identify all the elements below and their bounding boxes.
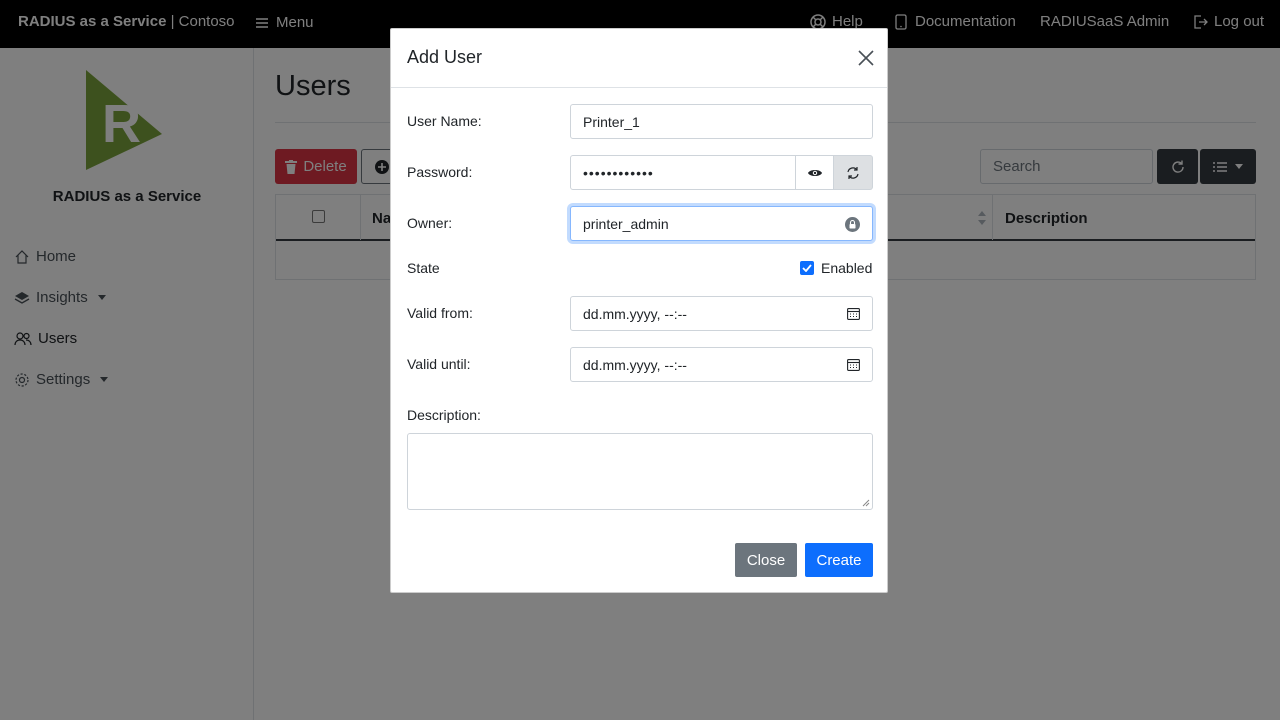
description-textarea[interactable]: [407, 433, 873, 510]
show-password-button[interactable]: [796, 155, 834, 190]
password-label: Password:: [407, 164, 473, 180]
dialog-title: Add User: [407, 47, 483, 67]
lock-icon: [845, 217, 860, 232]
valid-until-field[interactable]: dd.mm.yyyy, --:--: [570, 347, 873, 382]
add-user-dialog: Add User User Name: Printer_1 Password: …: [390, 28, 888, 593]
user-name-value: Printer_1: [583, 113, 640, 130]
valid-until-value: dd.mm.yyyy, --:--: [583, 356, 687, 373]
user-name-field[interactable]: Printer_1: [570, 104, 873, 139]
close-button[interactable]: Close: [735, 543, 797, 577]
dialog-header: Add User: [391, 29, 887, 88]
description-label: Description:: [407, 407, 481, 423]
calendar-icon[interactable]: [847, 358, 860, 371]
refresh-icon: [847, 166, 859, 179]
owner-field[interactable]: printer_admin: [570, 206, 873, 241]
enabled-label: Enabled: [821, 260, 873, 276]
calendar-icon[interactable]: [847, 307, 860, 320]
owner-label: Owner:: [407, 215, 453, 231]
password-value: ••••••••••••: [583, 164, 654, 181]
valid-from-value: dd.mm.yyyy, --:--: [583, 305, 687, 322]
state-label: State: [407, 260, 440, 276]
create-button[interactable]: Create: [805, 543, 873, 577]
valid-from-label: Valid from:: [407, 305, 473, 321]
enabled-toggle[interactable]: Enabled: [800, 260, 872, 276]
user-name-label: User Name:: [407, 113, 482, 129]
close-icon[interactable]: [857, 49, 875, 67]
resize-handle-icon[interactable]: [862, 499, 870, 507]
check-icon: [802, 264, 812, 272]
eye-icon: [807, 169, 822, 176]
enabled-checkbox[interactable]: [800, 261, 814, 275]
valid-until-label: Valid until:: [407, 356, 471, 372]
generate-password-button[interactable]: [834, 155, 873, 190]
valid-from-field[interactable]: dd.mm.yyyy, --:--: [570, 296, 873, 331]
owner-value: printer_admin: [583, 215, 669, 232]
password-field[interactable]: ••••••••••••: [570, 155, 796, 190]
